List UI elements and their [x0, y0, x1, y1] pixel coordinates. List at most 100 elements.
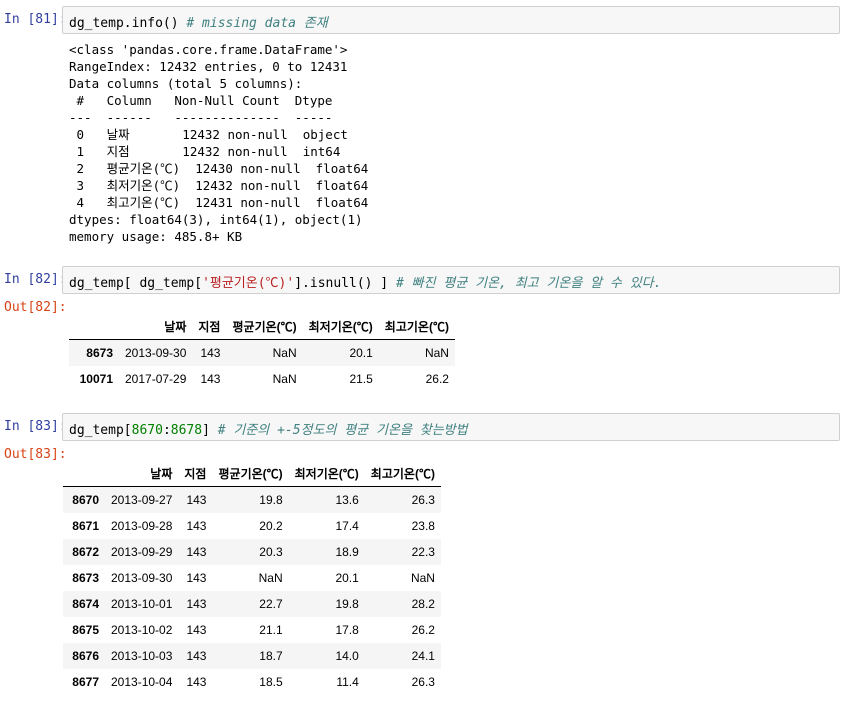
table-cell: NaN — [272, 346, 297, 360]
stdout-81: <class 'pandas.core.frame.DataFrame'> Ra… — [69, 41, 368, 245]
table-cell: 23.8 — [411, 519, 435, 533]
table-cell: 20.1 — [335, 571, 359, 585]
table-header-row: 날짜 지점 평균기온(℃) 최저기온(℃) 최고기온(℃) — [69, 313, 455, 340]
table-cell: 13.6 — [335, 493, 359, 507]
column-header: 최저기온(℃) — [302, 313, 379, 340]
stdout-line: <class 'pandas.core.frame.DataFrame'> — [69, 42, 348, 57]
out-prompt-83: Out[83]: — [4, 447, 67, 462]
code-text-82: dg_temp[ dg_temp['평균기온(℃)'].isnull() ] #… — [69, 272, 661, 291]
table-cell: 143 — [186, 649, 207, 663]
stdout-line: Data columns (total 5 columns): — [69, 76, 303, 91]
stdout-line: 1 지점 12432 non-null int64 — [69, 144, 356, 159]
dataframe-table-83: 날짜 지점 평균기온(℃) 최저기온(℃) 최고기온(℃) 8670 2013-0… — [63, 460, 441, 695]
column-header: 최저기온(℃) — [288, 460, 365, 487]
code-suffix-83: ] — [202, 423, 218, 438]
table-cell: 20.3 — [259, 545, 283, 559]
row-index: 8675 — [72, 623, 99, 637]
code-comment-81: # missing data 존재 — [186, 16, 328, 31]
table-row: 8674 2013-10-01 143 22.7 19.8 28.2 — [63, 591, 441, 617]
code-input-83[interactable]: dg_temp[8670:8678] # 기준의 +-5정도의 평균 기온을 찾… — [62, 413, 840, 441]
code-comment-83: # 기준의 +-5정도의 평균 기온을 찾는방법 — [217, 423, 468, 438]
column-header: 지점 — [178, 460, 213, 487]
table-cell: 143 — [200, 346, 221, 360]
table-row: 10071 2017-07-29 143 NaN 21.5 26.2 — [69, 366, 455, 392]
code-text-83: dg_temp[8670:8678] # 기준의 +-5정도의 평균 기온을 찾… — [69, 419, 468, 438]
column-header: 최고기온(℃) — [378, 313, 455, 340]
row-index: 8671 — [72, 519, 99, 533]
table-cell: NaN — [424, 346, 449, 360]
table-cell: 21.1 — [259, 623, 283, 637]
table-cell: 143 — [186, 545, 207, 559]
stdout-line: 3 최저기온(℃) 12432 non-null float64 — [69, 178, 369, 193]
table-cell: 143 — [186, 623, 207, 637]
row-index: 8674 — [72, 597, 99, 611]
stdout-line: RangeIndex: 12432 entries, 0 to 12431 — [69, 59, 348, 74]
table-cell: 17.4 — [335, 519, 359, 533]
code-text-81: dg_temp.info() # missing data 존재 — [69, 12, 328, 31]
stdout-line: --- ------ -------------- ----- — [69, 110, 348, 125]
table-row: 8672 2013-09-29 143 20.3 18.9 22.3 — [63, 539, 441, 565]
table-cell: 11.4 — [336, 675, 359, 689]
table-cell: 2013-10-04 — [111, 675, 173, 689]
column-header: 평균기온(℃) — [212, 460, 289, 487]
table-cell: 26.3 — [411, 493, 435, 507]
code-main-83: dg_temp[ — [69, 423, 132, 438]
table-row: 8676 2013-10-03 143 18.7 14.0 24.1 — [63, 643, 441, 669]
code-main-82: dg_temp[ dg_temp[ — [69, 276, 203, 291]
in-prompt-83: In [83]: — [4, 419, 67, 434]
stdout-line: dtypes: float64(3), int64(1), object(1) — [69, 212, 363, 227]
column-header: 날짜 — [119, 313, 193, 340]
table-cell: 143 — [200, 372, 221, 386]
code-suffix-82: ].isnull() ] — [294, 276, 396, 291]
table-cell: 19.8 — [259, 493, 283, 507]
table-cell: 26.3 — [411, 675, 435, 689]
table-cell: NaN — [258, 571, 283, 585]
column-header: 최고기온(℃) — [364, 460, 441, 487]
code-colon-83: : — [162, 423, 171, 438]
row-index: 8673 — [86, 346, 113, 360]
table-cell: 143 — [186, 519, 207, 533]
table-row: 8677 2013-10-04 143 18.5 11.4 26.3 — [63, 669, 441, 695]
table-header-row: 날짜 지점 평균기온(℃) 최저기온(℃) 최고기온(℃) — [63, 460, 441, 487]
code-main-81: dg_temp.info() — [69, 16, 187, 31]
column-header: 날짜 — [105, 460, 179, 487]
table-cell: 143 — [186, 571, 207, 585]
index-header — [63, 460, 105, 487]
code-input-81[interactable]: dg_temp.info() # missing data 존재 — [62, 6, 840, 34]
table-cell: 21.5 — [349, 372, 373, 386]
code-comment-82: # 빠진 평균 기온, 최고 기온을 알 수 있다. — [395, 276, 662, 291]
table-cell: 2013-09-29 — [111, 545, 173, 559]
row-index: 8673 — [72, 571, 99, 585]
in-prompt-82: In [82]: — [4, 272, 67, 287]
table-cell: 26.2 — [411, 623, 435, 637]
row-index: 8672 — [72, 545, 99, 559]
table-cell: 28.2 — [411, 597, 435, 611]
table-cell: 20.1 — [349, 346, 373, 360]
stdout-line: 4 최고기온(℃) 12431 non-null float64 — [69, 195, 369, 210]
table-cell: 2017-07-29 — [125, 372, 187, 386]
table-cell: 26.2 — [425, 372, 449, 386]
row-index: 8677 — [72, 675, 99, 689]
table-cell: 18.9 — [335, 545, 359, 559]
index-header — [69, 313, 119, 340]
column-header: 지점 — [192, 313, 227, 340]
stdout-line: 0 날짜 12432 non-null object — [69, 127, 356, 142]
code-number-end-83: 8678 — [170, 423, 203, 438]
table-cell: 22.3 — [411, 545, 435, 559]
table-cell: NaN — [272, 372, 297, 386]
table-cell: 20.2 — [259, 519, 283, 533]
dataframe-table-82: 날짜 지점 평균기온(℃) 최저기온(℃) 최고기온(℃) 8673 2013-0… — [69, 313, 455, 392]
table-cell: 143 — [186, 493, 207, 507]
out-prompt-82: Out[82]: — [4, 300, 67, 315]
code-input-82[interactable]: dg_temp[ dg_temp['평균기온(℃)'].isnull() ] #… — [62, 266, 840, 294]
table-cell: NaN — [410, 571, 435, 585]
table-cell: 2013-10-01 — [111, 597, 173, 611]
stdout-line: # Column Non-Null Count Dtype — [69, 93, 348, 108]
table-row: 8670 2013-09-27 143 19.8 13.6 26.3 — [63, 486, 441, 513]
table-cell: 2013-09-28 — [111, 519, 173, 533]
table-cell: 24.1 — [411, 649, 435, 663]
table-row: 8675 2013-10-02 143 21.1 17.8 26.2 — [63, 617, 441, 643]
table-cell: 19.8 — [335, 597, 359, 611]
table-cell: 2013-09-27 — [111, 493, 173, 507]
code-string-82: '평균기온(℃)' — [202, 276, 295, 291]
